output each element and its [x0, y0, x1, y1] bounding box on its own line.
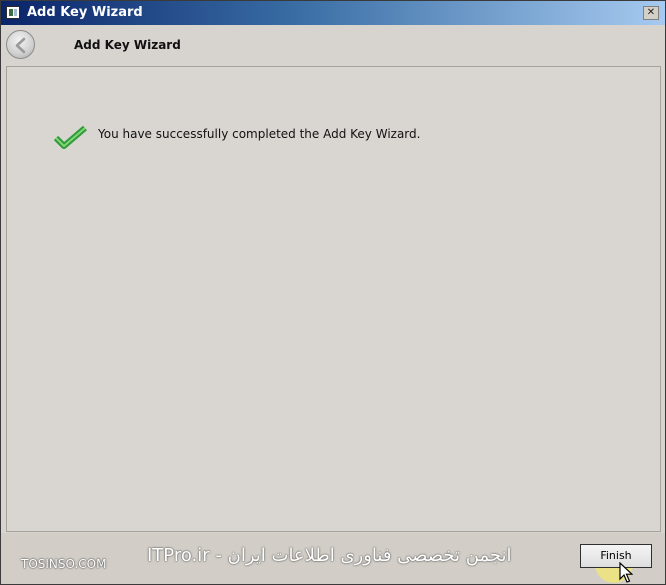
window-title: Add Key Wizard — [27, 5, 143, 20]
completion-message: You have successfully completed the Add … — [98, 127, 421, 141]
back-button[interactable] — [6, 30, 35, 59]
watermark-site: TOSINSO.COM — [21, 557, 107, 571]
footer-bar: TOSINSO.COM ITPro.ir - انجمن تخصصی فناور… — [1, 533, 665, 584]
title-bar[interactable]: Add Key Wizard ✕ — [1, 1, 665, 25]
wizard-title: Add Key Wizard — [74, 38, 181, 52]
finish-button[interactable]: Finish — [580, 544, 652, 568]
app-icon — [6, 6, 20, 19]
close-button[interactable]: ✕ — [643, 6, 659, 20]
wizard-header: Add Key Wizard — [1, 25, 665, 65]
back-arrow-icon — [15, 37, 26, 54]
wizard-window: Add Key Wizard ✕ Add Key Wizard You have… — [0, 0, 666, 585]
check-icon — [54, 125, 87, 149]
content-panel: You have successfully completed the Add … — [6, 66, 661, 532]
watermark-text: ITPro.ir - انجمن تخصصی فناوری اطلاعات ای… — [147, 545, 512, 566]
